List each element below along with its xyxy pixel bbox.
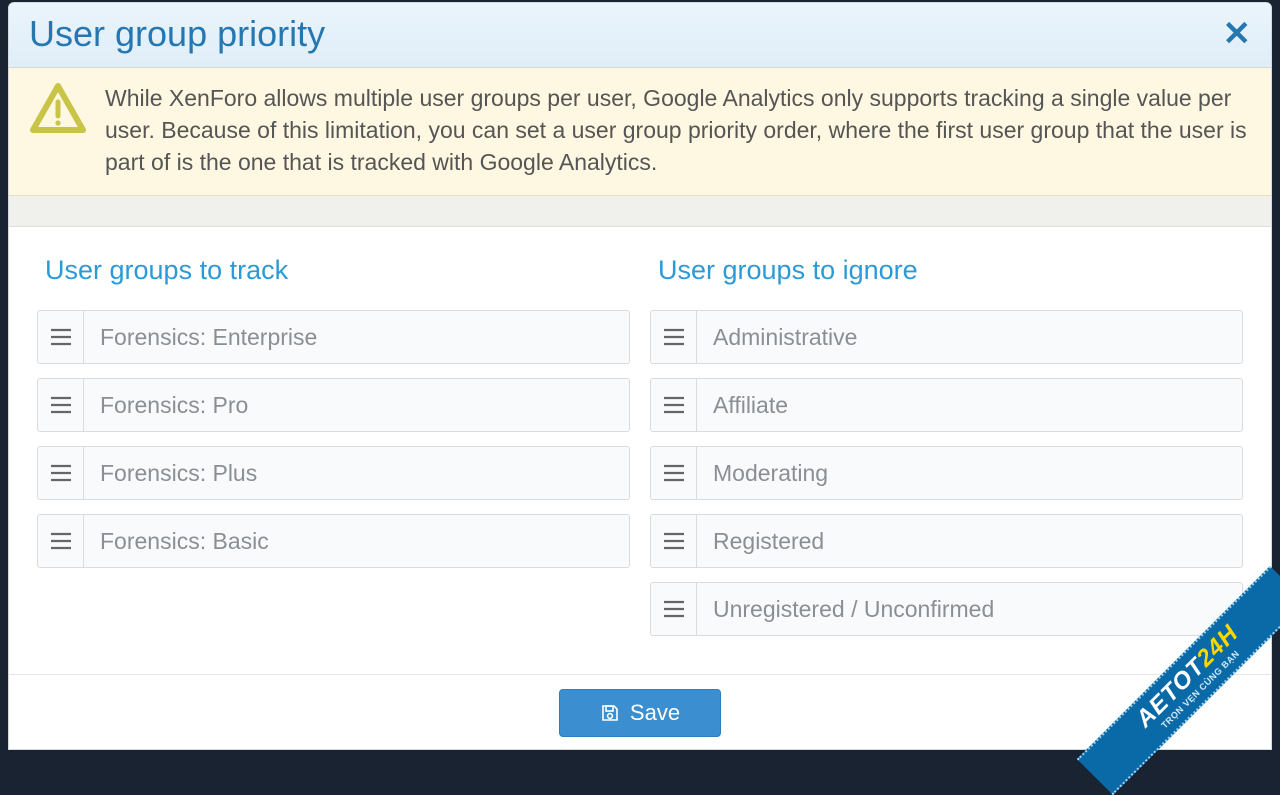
group-label: Affiliate — [697, 379, 1242, 431]
drag-icon — [663, 328, 685, 346]
drag-handle[interactable] — [651, 583, 697, 635]
list-item[interactable]: Forensics: Pro — [37, 378, 630, 432]
group-label: Administrative — [697, 311, 1242, 363]
modal-title: User group priority — [29, 13, 325, 55]
drag-handle[interactable] — [651, 447, 697, 499]
ignore-column-title: User groups to ignore — [650, 255, 1243, 286]
group-label: Unregistered / Unconfirmed — [697, 583, 1242, 635]
drag-icon — [50, 328, 72, 346]
drag-handle[interactable] — [38, 379, 84, 431]
modal-header: User group priority ✕ — [9, 3, 1271, 68]
priority-columns: User groups to track Forensics: Enterpri… — [9, 227, 1271, 674]
list-item[interactable]: Registered — [650, 514, 1243, 568]
drag-icon — [50, 532, 72, 550]
track-column: User groups to track Forensics: Enterpri… — [37, 255, 630, 650]
modal-footer: Save — [9, 674, 1271, 749]
drag-handle[interactable] — [38, 447, 84, 499]
save-icon — [600, 703, 620, 723]
ignore-column: User groups to ignore Administrative Aff… — [650, 255, 1243, 650]
group-label: Moderating — [697, 447, 1242, 499]
drag-handle[interactable] — [651, 311, 697, 363]
track-column-title: User groups to track — [37, 255, 630, 286]
user-group-priority-modal: User group priority ✕ While XenForo allo… — [8, 2, 1272, 750]
group-label: Forensics: Enterprise — [84, 311, 629, 363]
section-divider — [9, 196, 1271, 227]
list-item[interactable]: Moderating — [650, 446, 1243, 500]
list-item[interactable]: Forensics: Enterprise — [37, 310, 630, 364]
drag-icon — [663, 600, 685, 618]
list-item[interactable]: Affiliate — [650, 378, 1243, 432]
drag-icon — [663, 532, 685, 550]
list-item[interactable]: Unregistered / Unconfirmed — [650, 582, 1243, 636]
drag-handle[interactable] — [651, 515, 697, 567]
list-item[interactable]: Forensics: Plus — [37, 446, 630, 500]
notice-text: While XenForo allows multiple user group… — [105, 82, 1251, 179]
list-item[interactable]: Forensics: Basic — [37, 514, 630, 568]
limitation-notice: While XenForo allows multiple user group… — [9, 68, 1271, 196]
list-item[interactable]: Administrative — [650, 310, 1243, 364]
drag-icon — [663, 464, 685, 482]
save-button-label: Save — [630, 700, 680, 726]
drag-handle[interactable] — [651, 379, 697, 431]
group-label: Forensics: Basic — [84, 515, 629, 567]
drag-icon — [50, 464, 72, 482]
drag-icon — [50, 396, 72, 414]
drag-handle[interactable] — [38, 311, 84, 363]
close-button[interactable]: ✕ — [1223, 17, 1252, 51]
group-label: Forensics: Pro — [84, 379, 629, 431]
save-button[interactable]: Save — [559, 689, 721, 737]
drag-icon — [663, 396, 685, 414]
close-icon: ✕ — [1223, 15, 1252, 53]
drag-handle[interactable] — [38, 515, 84, 567]
group-label: Forensics: Plus — [84, 447, 629, 499]
group-label: Registered — [697, 515, 1242, 567]
warning-icon — [29, 82, 87, 134]
